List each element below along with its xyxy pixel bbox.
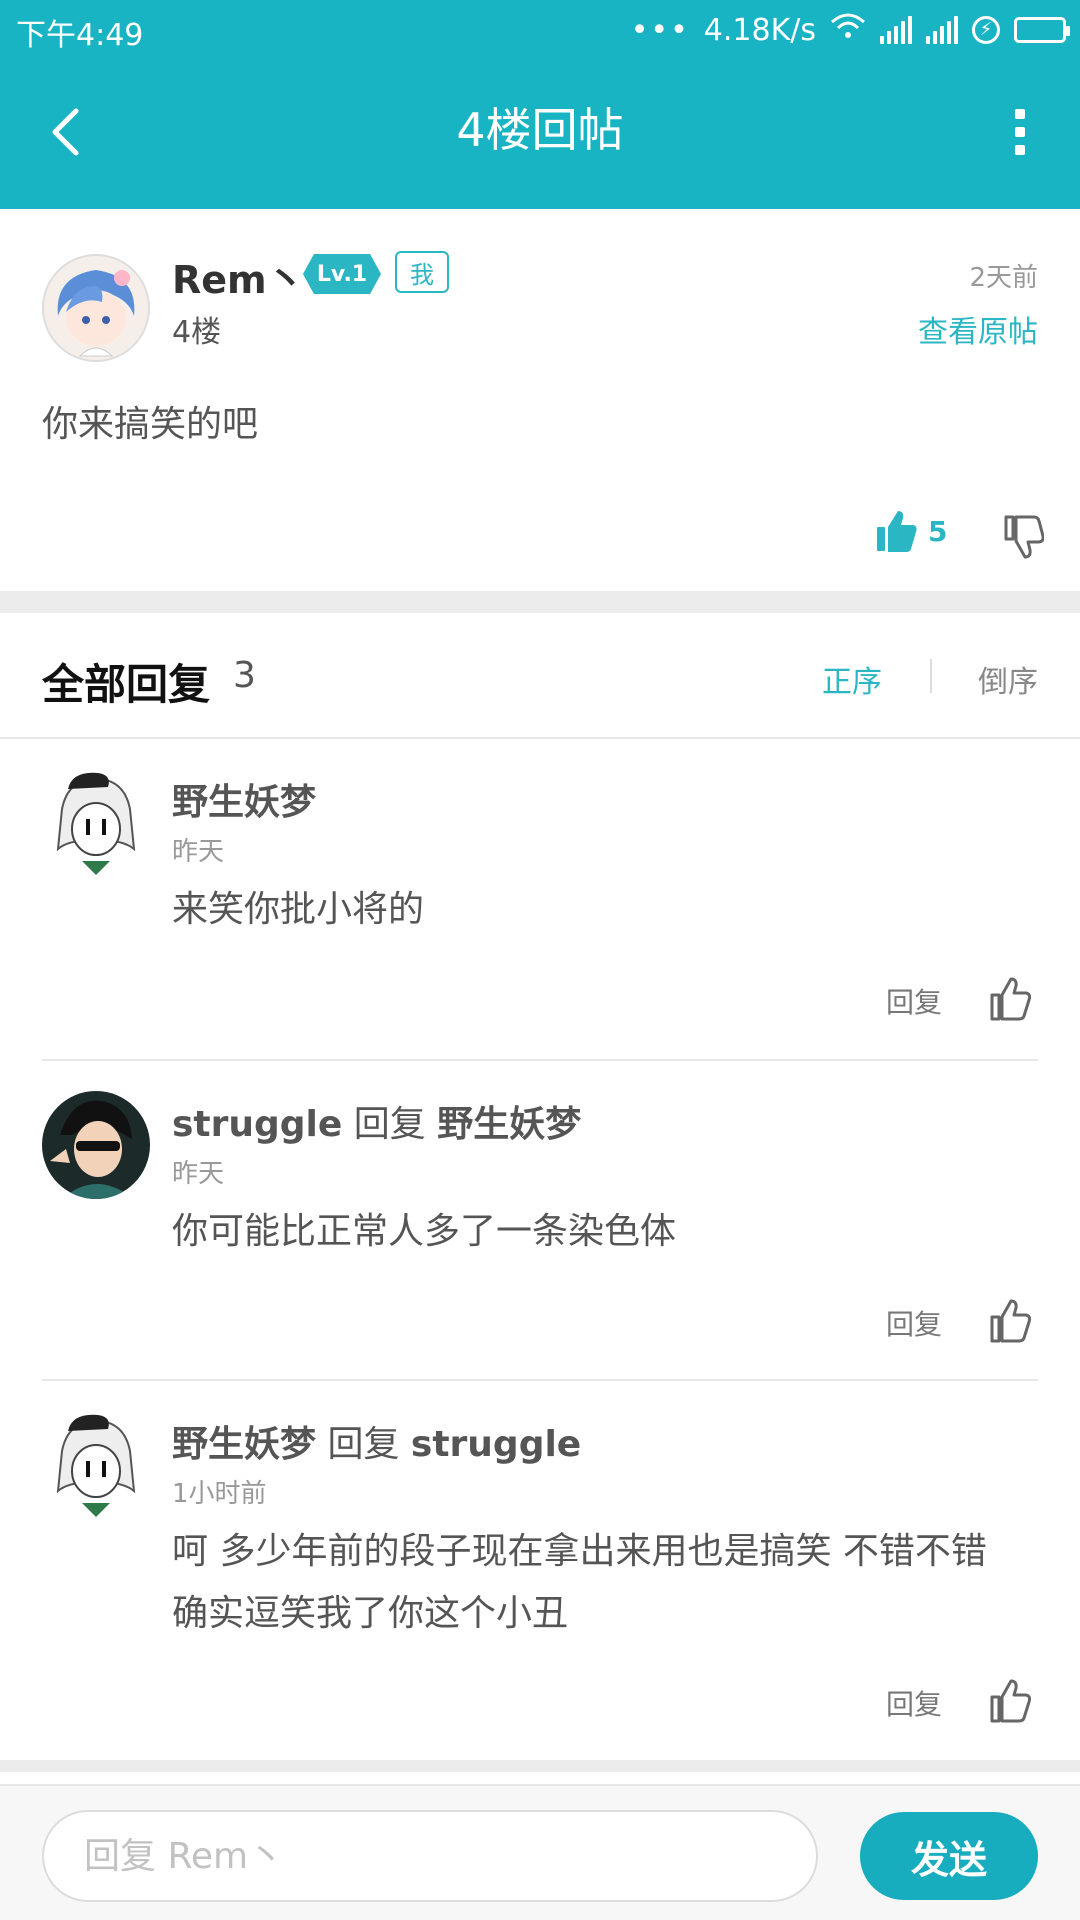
reply-item: struggle 回复 野生妖梦 昨天 你可能比正常人多了一条染色体 回复 (42, 1061, 1038, 1381)
post-time: 2天前 (969, 263, 1038, 293)
like-button[interactable] (990, 977, 1032, 1025)
more-vertical-icon (1015, 109, 1025, 119)
reply-author[interactable]: 野生妖梦 (172, 782, 316, 823)
reply-author-line: 野生妖梦 回复 struggle (172, 1415, 581, 1467)
sort-descending-button[interactable]: 倒序 (978, 657, 1038, 701)
original-post: Rem丶 Lv.1 我 4楼 2天前 查看原帖 你来搞笑的吧 5 (0, 209, 1080, 591)
signal-icon (880, 16, 912, 44)
reply-input-bar: 发送 (0, 1784, 1080, 1920)
reply-button[interactable]: 回复 (886, 1303, 942, 1343)
reply-button[interactable]: 回复 (886, 1683, 942, 1723)
username[interactable]: Rem丶 (172, 249, 305, 304)
wifi-icon (830, 12, 866, 48)
thumbs-up-icon (990, 1299, 1032, 1343)
view-original-link[interactable]: 查看原帖 (918, 307, 1038, 351)
dislike-button[interactable] (1004, 515, 1045, 563)
top-bar: 下午4:49 ••• 4.18K/s ⚡ 4楼回帖 (0, 0, 1080, 209)
like-count: 5 (928, 514, 948, 548)
reply-item: 野生妖梦 回复 struggle 1小时前 呵 多少年前的段子现在拿出来用也是搞… (42, 1381, 1038, 1760)
section-divider (0, 591, 1080, 613)
avatar[interactable] (42, 1091, 150, 1199)
reply-text: 来笑你批小将的 (172, 889, 425, 930)
thumbs-up-icon (990, 1679, 1032, 1723)
thumbs-up-icon (990, 977, 1032, 1021)
signal-icon-2 (926, 16, 958, 44)
floor-number: 4楼 (172, 315, 222, 350)
bottom-divider (0, 1760, 1080, 1772)
avatar[interactable] (42, 1411, 150, 1519)
more-notifications-icon: ••• (630, 12, 690, 48)
like-button[interactable] (990, 1299, 1032, 1347)
replies-header: 全部回复 3 正序 倒序 (0, 613, 1080, 739)
reply-author-line: struggle 回复 野生妖梦 (172, 1095, 581, 1147)
avatar[interactable] (42, 769, 150, 877)
status-bar: 下午4:49 ••• 4.18K/s ⚡ (0, 0, 1080, 60)
me-badge: 我 (395, 251, 449, 293)
like-button[interactable] (990, 1679, 1032, 1727)
reply-connector: 回复 (342, 1104, 438, 1145)
reply-time: 昨天 (172, 1159, 225, 1189)
level-badge: Lv.1 (303, 254, 381, 294)
reply-input[interactable] (42, 1810, 818, 1902)
reply-author[interactable]: struggle (172, 1104, 342, 1145)
sort-ascending-button[interactable]: 正序 (822, 657, 882, 701)
network-speed: 4.18K/s (703, 12, 816, 48)
status-time: 下午4:49 (16, 18, 144, 53)
reply-item: 野生妖梦 昨天 来笑你批小将的 回复 (42, 739, 1038, 1061)
thumbs-up-filled-icon (877, 511, 917, 552)
battery-icon (1014, 17, 1070, 43)
reply-author[interactable]: 野生妖梦 (172, 1424, 316, 1465)
reply-connector: 回复 (316, 1424, 411, 1465)
replies-title: 全部回复 (42, 660, 211, 709)
send-button[interactable]: 发送 (860, 1812, 1038, 1900)
reply-target[interactable]: 野生妖梦 (437, 1104, 581, 1145)
status-icons: ••• 4.18K/s ⚡ (630, 8, 1070, 52)
page-title: 4楼回帖 (456, 103, 624, 157)
avatar[interactable] (42, 254, 150, 362)
replies-count: 3 (233, 655, 256, 696)
reply-button[interactable]: 回复 (886, 981, 942, 1021)
reply-text: 你可能比正常人多了一条染色体 (172, 1211, 677, 1252)
reply-time: 昨天 (172, 837, 225, 867)
more-menu-button[interactable] (1000, 104, 1040, 160)
reply-time: 1小时前 (172, 1479, 267, 1509)
like-button[interactable]: 5 (876, 509, 947, 553)
sort-divider (930, 659, 932, 693)
post-content: 你来搞笑的吧 (42, 404, 259, 445)
reply-text: 呵 多少年前的段子现在拿出来用也是搞笑 不错不错确实逗笑我了你这个小丑 (172, 1531, 987, 1634)
reply-author-line: 野生妖梦 (172, 773, 316, 825)
thumbs-down-icon (1004, 515, 1045, 559)
charging-icon: ⚡ (972, 16, 1000, 44)
reply-target[interactable]: struggle (411, 1424, 581, 1465)
